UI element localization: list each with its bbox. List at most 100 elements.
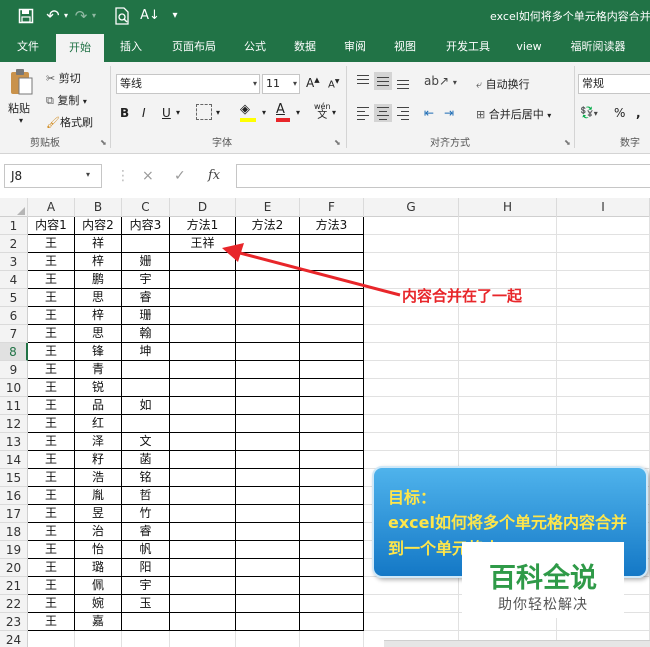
row-header[interactable]: 17: [0, 505, 28, 523]
cell-a16[interactable]: 王: [28, 487, 75, 505]
cell-i8[interactable]: [557, 343, 650, 361]
decrease-indent-icon[interactable]: ⇤: [424, 106, 434, 120]
cell-f17[interactable]: [300, 505, 364, 523]
cell-a21[interactable]: 王: [28, 577, 75, 595]
cell-i12[interactable]: [557, 415, 650, 433]
row-header[interactable]: 3: [0, 253, 28, 271]
cell-a19[interactable]: 王: [28, 541, 75, 559]
cell-f22[interactable]: [300, 595, 364, 613]
cell-c12[interactable]: [122, 415, 170, 433]
cell-d2[interactable]: 王祥: [170, 235, 236, 253]
cell-d4[interactable]: [170, 271, 236, 289]
font-color-button[interactable]: A: [276, 102, 294, 122]
cell-d24[interactable]: [170, 631, 236, 647]
cell-f7[interactable]: [300, 325, 364, 343]
cell-e16[interactable]: [236, 487, 300, 505]
italic-button[interactable]: I: [142, 106, 146, 120]
cell-a3[interactable]: 王: [28, 253, 75, 271]
formula-bar-splitter-icon[interactable]: ⋮: [116, 168, 130, 184]
row-header[interactable]: 8: [0, 343, 28, 361]
cell-c13[interactable]: 文: [122, 433, 170, 451]
cell-f13[interactable]: [300, 433, 364, 451]
cell-f3[interactable]: [300, 253, 364, 271]
row-header[interactable]: 4: [0, 271, 28, 289]
cell-b23[interactable]: 嘉: [75, 613, 122, 631]
row-header[interactable]: 11: [0, 397, 28, 415]
alignment-launcher-icon[interactable]: ⬊: [564, 138, 571, 147]
customize-icon[interactable]: ▾: [168, 6, 182, 26]
cell-d5[interactable]: [170, 289, 236, 307]
cell-c11[interactable]: 如: [122, 397, 170, 415]
cell-a9[interactable]: 王: [28, 361, 75, 379]
cell-a2[interactable]: 王: [28, 235, 75, 253]
cell-i7[interactable]: [557, 325, 650, 343]
cell-d15[interactable]: [170, 469, 236, 487]
cell-f1[interactable]: 方法3: [300, 217, 364, 235]
column-header-f[interactable]: F: [300, 198, 364, 217]
paste-button[interactable]: 粘贴 ▾: [8, 68, 38, 126]
cell-f14[interactable]: [300, 451, 364, 469]
cell-b15[interactable]: 浩: [75, 469, 122, 487]
cell-e23[interactable]: [236, 613, 300, 631]
cell-c9[interactable]: [122, 361, 170, 379]
cell-b24[interactable]: [75, 631, 122, 647]
cell-e11[interactable]: [236, 397, 300, 415]
cell-f21[interactable]: [300, 577, 364, 595]
cell-a12[interactable]: 王: [28, 415, 75, 433]
cell-g11[interactable]: [364, 397, 459, 415]
font-color-dropdown-icon[interactable]: ▾: [296, 108, 300, 117]
cell-f24[interactable]: [300, 631, 364, 647]
cell-b6[interactable]: 梓: [75, 307, 122, 325]
cell-h10[interactable]: [459, 379, 557, 397]
cell-e20[interactable]: [236, 559, 300, 577]
cell-e5[interactable]: [236, 289, 300, 307]
cell-i10[interactable]: [557, 379, 650, 397]
cell-b9[interactable]: 青: [75, 361, 122, 379]
formula-input[interactable]: [236, 164, 650, 188]
tab-home[interactable]: 开始: [56, 34, 104, 62]
cell-g13[interactable]: [364, 433, 459, 451]
cell-a13[interactable]: 王: [28, 433, 75, 451]
cell-b11[interactable]: 品: [75, 397, 122, 415]
cell-d7[interactable]: [170, 325, 236, 343]
cell-b2[interactable]: 祥: [75, 235, 122, 253]
cell-h11[interactable]: [459, 397, 557, 415]
enter-icon[interactable]: ✓: [174, 168, 186, 184]
accounting-format-icon[interactable]: 💱▾: [580, 106, 598, 119]
cell-h12[interactable]: [459, 415, 557, 433]
cell-g23[interactable]: [364, 613, 459, 631]
cell-g9[interactable]: [364, 361, 459, 379]
row-header[interactable]: 20: [0, 559, 28, 577]
align-middle-icon[interactable]: [374, 72, 392, 90]
column-header-g[interactable]: G: [364, 198, 459, 217]
cell-a14[interactable]: 王: [28, 451, 75, 469]
cell-c16[interactable]: 哲: [122, 487, 170, 505]
cell-b13[interactable]: 泽: [75, 433, 122, 451]
number-format-combo[interactable]: 常规: [578, 74, 650, 94]
print-preview-icon[interactable]: [112, 6, 132, 26]
cell-e7[interactable]: [236, 325, 300, 343]
cell-b19[interactable]: 怡: [75, 541, 122, 559]
cell-b1[interactable]: 内容2: [75, 217, 122, 235]
cell-f4[interactable]: [300, 271, 364, 289]
cell-e9[interactable]: [236, 361, 300, 379]
cell-d3[interactable]: [170, 253, 236, 271]
borders-icon[interactable]: [196, 104, 212, 120]
cell-c14[interactable]: 菡: [122, 451, 170, 469]
row-header[interactable]: 22: [0, 595, 28, 613]
underline-button[interactable]: U: [162, 106, 171, 120]
row-header[interactable]: 12: [0, 415, 28, 433]
cell-a8[interactable]: 王: [28, 343, 75, 361]
cell-e8[interactable]: [236, 343, 300, 361]
row-header[interactable]: 18: [0, 523, 28, 541]
cell-h8[interactable]: [459, 343, 557, 361]
cell-c22[interactable]: 玉: [122, 595, 170, 613]
cell-a20[interactable]: 王: [28, 559, 75, 577]
row-header[interactable]: 19: [0, 541, 28, 559]
copy-button[interactable]: ⧉ 复制 ▾: [46, 92, 87, 108]
sort-icon[interactable]: A↓: [140, 6, 160, 26]
cell-e3[interactable]: [236, 253, 300, 271]
shrink-font-button[interactable]: A▼: [328, 78, 339, 90]
cell-c3[interactable]: 姗: [122, 253, 170, 271]
tab-view-en[interactable]: view: [508, 32, 550, 62]
